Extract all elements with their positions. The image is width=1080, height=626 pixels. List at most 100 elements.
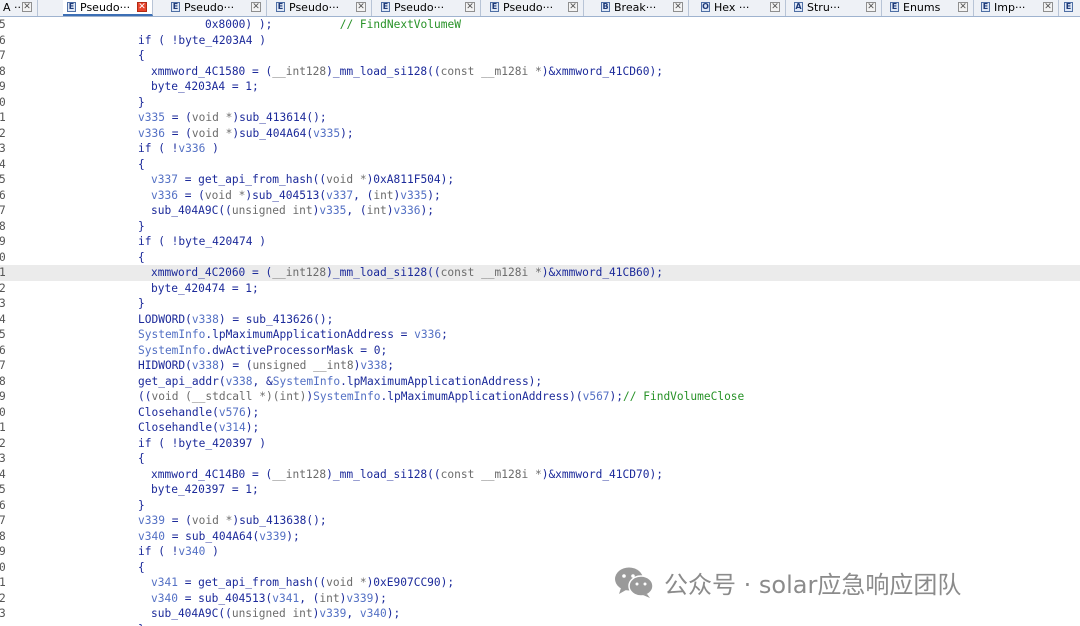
code-line[interactable]: 5 SystemInfo.lpMaximumApplicationAddress …	[0, 327, 1080, 343]
tab-5[interactable]: E Pseudo··· ✕	[486, 0, 584, 16]
code-token: );	[609, 390, 624, 403]
tab-close-icon[interactable]: ✕	[251, 2, 261, 12]
line-number: 5	[0, 483, 6, 496]
tab-label: Pseudo···	[503, 1, 554, 14]
code-line[interactable]: 5 byte_420397 = 1;	[0, 482, 1080, 498]
code-line[interactable]: 5 v337 = get_api_from_hash((void *)0xA811…	[0, 172, 1080, 188]
code-line[interactable]: 0}	[0, 95, 1080, 111]
tab-close-icon[interactable]: ✕	[1043, 2, 1053, 12]
code-line[interactable]: 6 if ( !byte_4203A4 )	[0, 33, 1080, 49]
tab-close-icon[interactable]: ✕	[866, 2, 876, 12]
code-line[interactable]: 9 byte_4203A4 = 1;	[0, 79, 1080, 95]
code-line[interactable]: 3{	[0, 451, 1080, 467]
code-line[interactable]: 5 0x8000) ); // FindNextVolumeW	[0, 17, 1080, 33]
code-line[interactable]: 7 v339 = (void *)sub_413638();	[0, 513, 1080, 529]
code-line[interactable]: 4 LODWORD(v338) = sub_413626();	[0, 312, 1080, 328]
tab-close-icon[interactable]: ✕	[137, 2, 147, 12]
code-line[interactable]: 2 v336 = (void *)sub_404A64(v335);	[0, 126, 1080, 142]
code-line[interactable]: 1 Closehandle(v314);	[0, 420, 1080, 436]
code-line[interactable]: 0{	[0, 250, 1080, 266]
code-line[interactable]: 9 ((void (__stdcall *)(int))SystemInfo.lp…	[0, 389, 1080, 405]
code-variable: v339	[138, 514, 165, 527]
code-variable: v340	[178, 545, 206, 558]
tab-3[interactable]: E Pseudo··· ✕	[272, 0, 372, 16]
code-token: = (	[164, 126, 192, 140]
tab-close-icon[interactable]: ✕	[770, 2, 780, 12]
tab-6[interactable]: B Break··· ✕	[597, 0, 689, 16]
code-text: v336 = (void *)sub_404513(v337, (int)v33…	[151, 188, 441, 204]
tab-1[interactable]: E Pseudo··· ✕	[63, 0, 153, 16]
tab-close-icon[interactable]: ✕	[568, 2, 578, 12]
code-text: v340 = sub_404A64(v339);	[138, 529, 300, 545]
code-line[interactable]: 6 v336 = (void *)sub_404513(v337, (int)v3…	[0, 188, 1080, 204]
code-line[interactable]: 4{	[0, 157, 1080, 173]
code-token: sub_404A9C((	[151, 607, 232, 620]
code-line[interactable]: 8 get_api_addr(v338, &SystemInfo.lpMaximu…	[0, 374, 1080, 390]
code-line[interactable]: 7{	[0, 48, 1080, 64]
code-line[interactable]: 4 xmmword_4C14B0 = (__int128)_mm_load_si1…	[0, 467, 1080, 483]
tab-0[interactable]: A ··· ✕	[0, 0, 38, 16]
code-line[interactable]: 3 if ( !v336 )	[0, 141, 1080, 157]
code-type: void *	[191, 126, 233, 140]
code-line[interactable]: 7 HIDWORD(v338) = (unsigned __int8)v338;	[0, 358, 1080, 374]
code-text: 0x8000) ); // FindNextVolumeW	[205, 17, 461, 33]
code-line[interactable]: 9 if ( !byte_420474 )	[0, 234, 1080, 250]
code-line[interactable]: 8 v340 = sub_404A64(v339);	[0, 529, 1080, 545]
code-text: sub_404A9C((unsigned int)v339, v340);	[151, 606, 400, 622]
pseudocode-view[interactable]: 5 0x8000) ); // FindNextVolumeW 6 if ( !byt…	[0, 17, 1080, 626]
code-line[interactable]: 6}	[0, 498, 1080, 514]
tab-close-icon[interactable]: ✕	[673, 2, 683, 12]
tab-close-icon[interactable]: ✕	[22, 2, 32, 12]
line-number: 4	[0, 157, 6, 171]
tab-close-icon[interactable]: ✕	[465, 2, 475, 12]
code-type: int	[319, 591, 340, 605]
code-line[interactable]: 8 xmmword_4C1580 = (__int128)_mm_load_si1…	[0, 64, 1080, 80]
code-text: LODWORD(v338) = sub_413626();	[138, 312, 333, 328]
code-line[interactable]: 8}	[0, 219, 1080, 235]
code-variable: v337	[151, 173, 178, 186]
code-text: v341 = get_api_from_hash((void *)0xE907C…	[151, 575, 454, 591]
code-variable: SystemInfo	[272, 374, 341, 388]
code-token: );	[245, 405, 260, 419]
code-variable: v336	[393, 204, 421, 217]
code-comment: // FindVolumeClose	[623, 390, 745, 403]
code-text: byte_4203A4 = 1;	[151, 79, 259, 95]
tab-2[interactable]: E Pseudo··· ✕	[167, 0, 267, 16]
tab-8[interactable]: A Stru··· ✕	[790, 0, 882, 16]
code-line[interactable]: 1 v335 = (void *)sub_413614();	[0, 110, 1080, 126]
code-line[interactable]: 3}	[0, 296, 1080, 312]
code-line[interactable]: 0 Closehandle(v576);	[0, 405, 1080, 421]
code-line[interactable]: }	[0, 622, 1080, 626]
code-variable: v335	[319, 204, 347, 217]
code-line[interactable]: 3 sub_404A9C((unsigned int)v339, v340);	[0, 606, 1080, 622]
code-token: )_mm_load_si128((	[326, 266, 441, 279]
code-line-current[interactable]: 1 xmmword_4C2060 = (__int128)_mm_load_si1…	[0, 265, 1080, 281]
line-number: 2	[0, 591, 6, 605]
code-token: byte_420397 = 1;	[151, 483, 259, 496]
code-text: }	[138, 296, 145, 312]
code-token: );	[386, 607, 401, 620]
code-line[interactable]: 9 if ( !v340 )	[0, 544, 1080, 560]
code-text: if ( !v336 )	[138, 141, 219, 157]
tab-close-icon[interactable]: ✕	[356, 2, 366, 12]
code-line[interactable]: 2 byte_420474 = 1;	[0, 281, 1080, 297]
tab-4[interactable]: E Pseudo··· ✕	[377, 0, 481, 16]
tab-close-icon[interactable]: ✕	[958, 2, 968, 12]
line-number: 6	[0, 33, 6, 47]
tab-7[interactable]: O Hex ··· ✕	[697, 0, 786, 16]
code-token: {	[138, 250, 145, 264]
code-token: .lpMaximumApplicationAddress =	[205, 328, 415, 341]
code-token: = (	[164, 111, 192, 124]
watermark: 公众号 · solar应急响应团队	[614, 562, 961, 602]
tab-label: Pseudo···	[289, 1, 340, 14]
code-line[interactable]: 6 SystemInfo.dwActiveProcessorMask = 0;	[0, 343, 1080, 359]
code-token: )0xA811F504);	[366, 173, 455, 186]
tab-9[interactable]: E Enums ✕	[886, 0, 974, 16]
code-token: get_api_addr(	[138, 374, 226, 388]
code-token: ;	[387, 359, 395, 372]
tab-10[interactable]: E Imp··· ✕	[977, 0, 1059, 16]
tab-11[interactable]: E	[1060, 0, 1080, 16]
code-line[interactable]: 7 sub_404A9C((unsigned int)v335, (int)v33…	[0, 203, 1080, 219]
code-type: void *	[326, 173, 367, 186]
code-line[interactable]: 2 if ( !byte_420397 )	[0, 436, 1080, 452]
